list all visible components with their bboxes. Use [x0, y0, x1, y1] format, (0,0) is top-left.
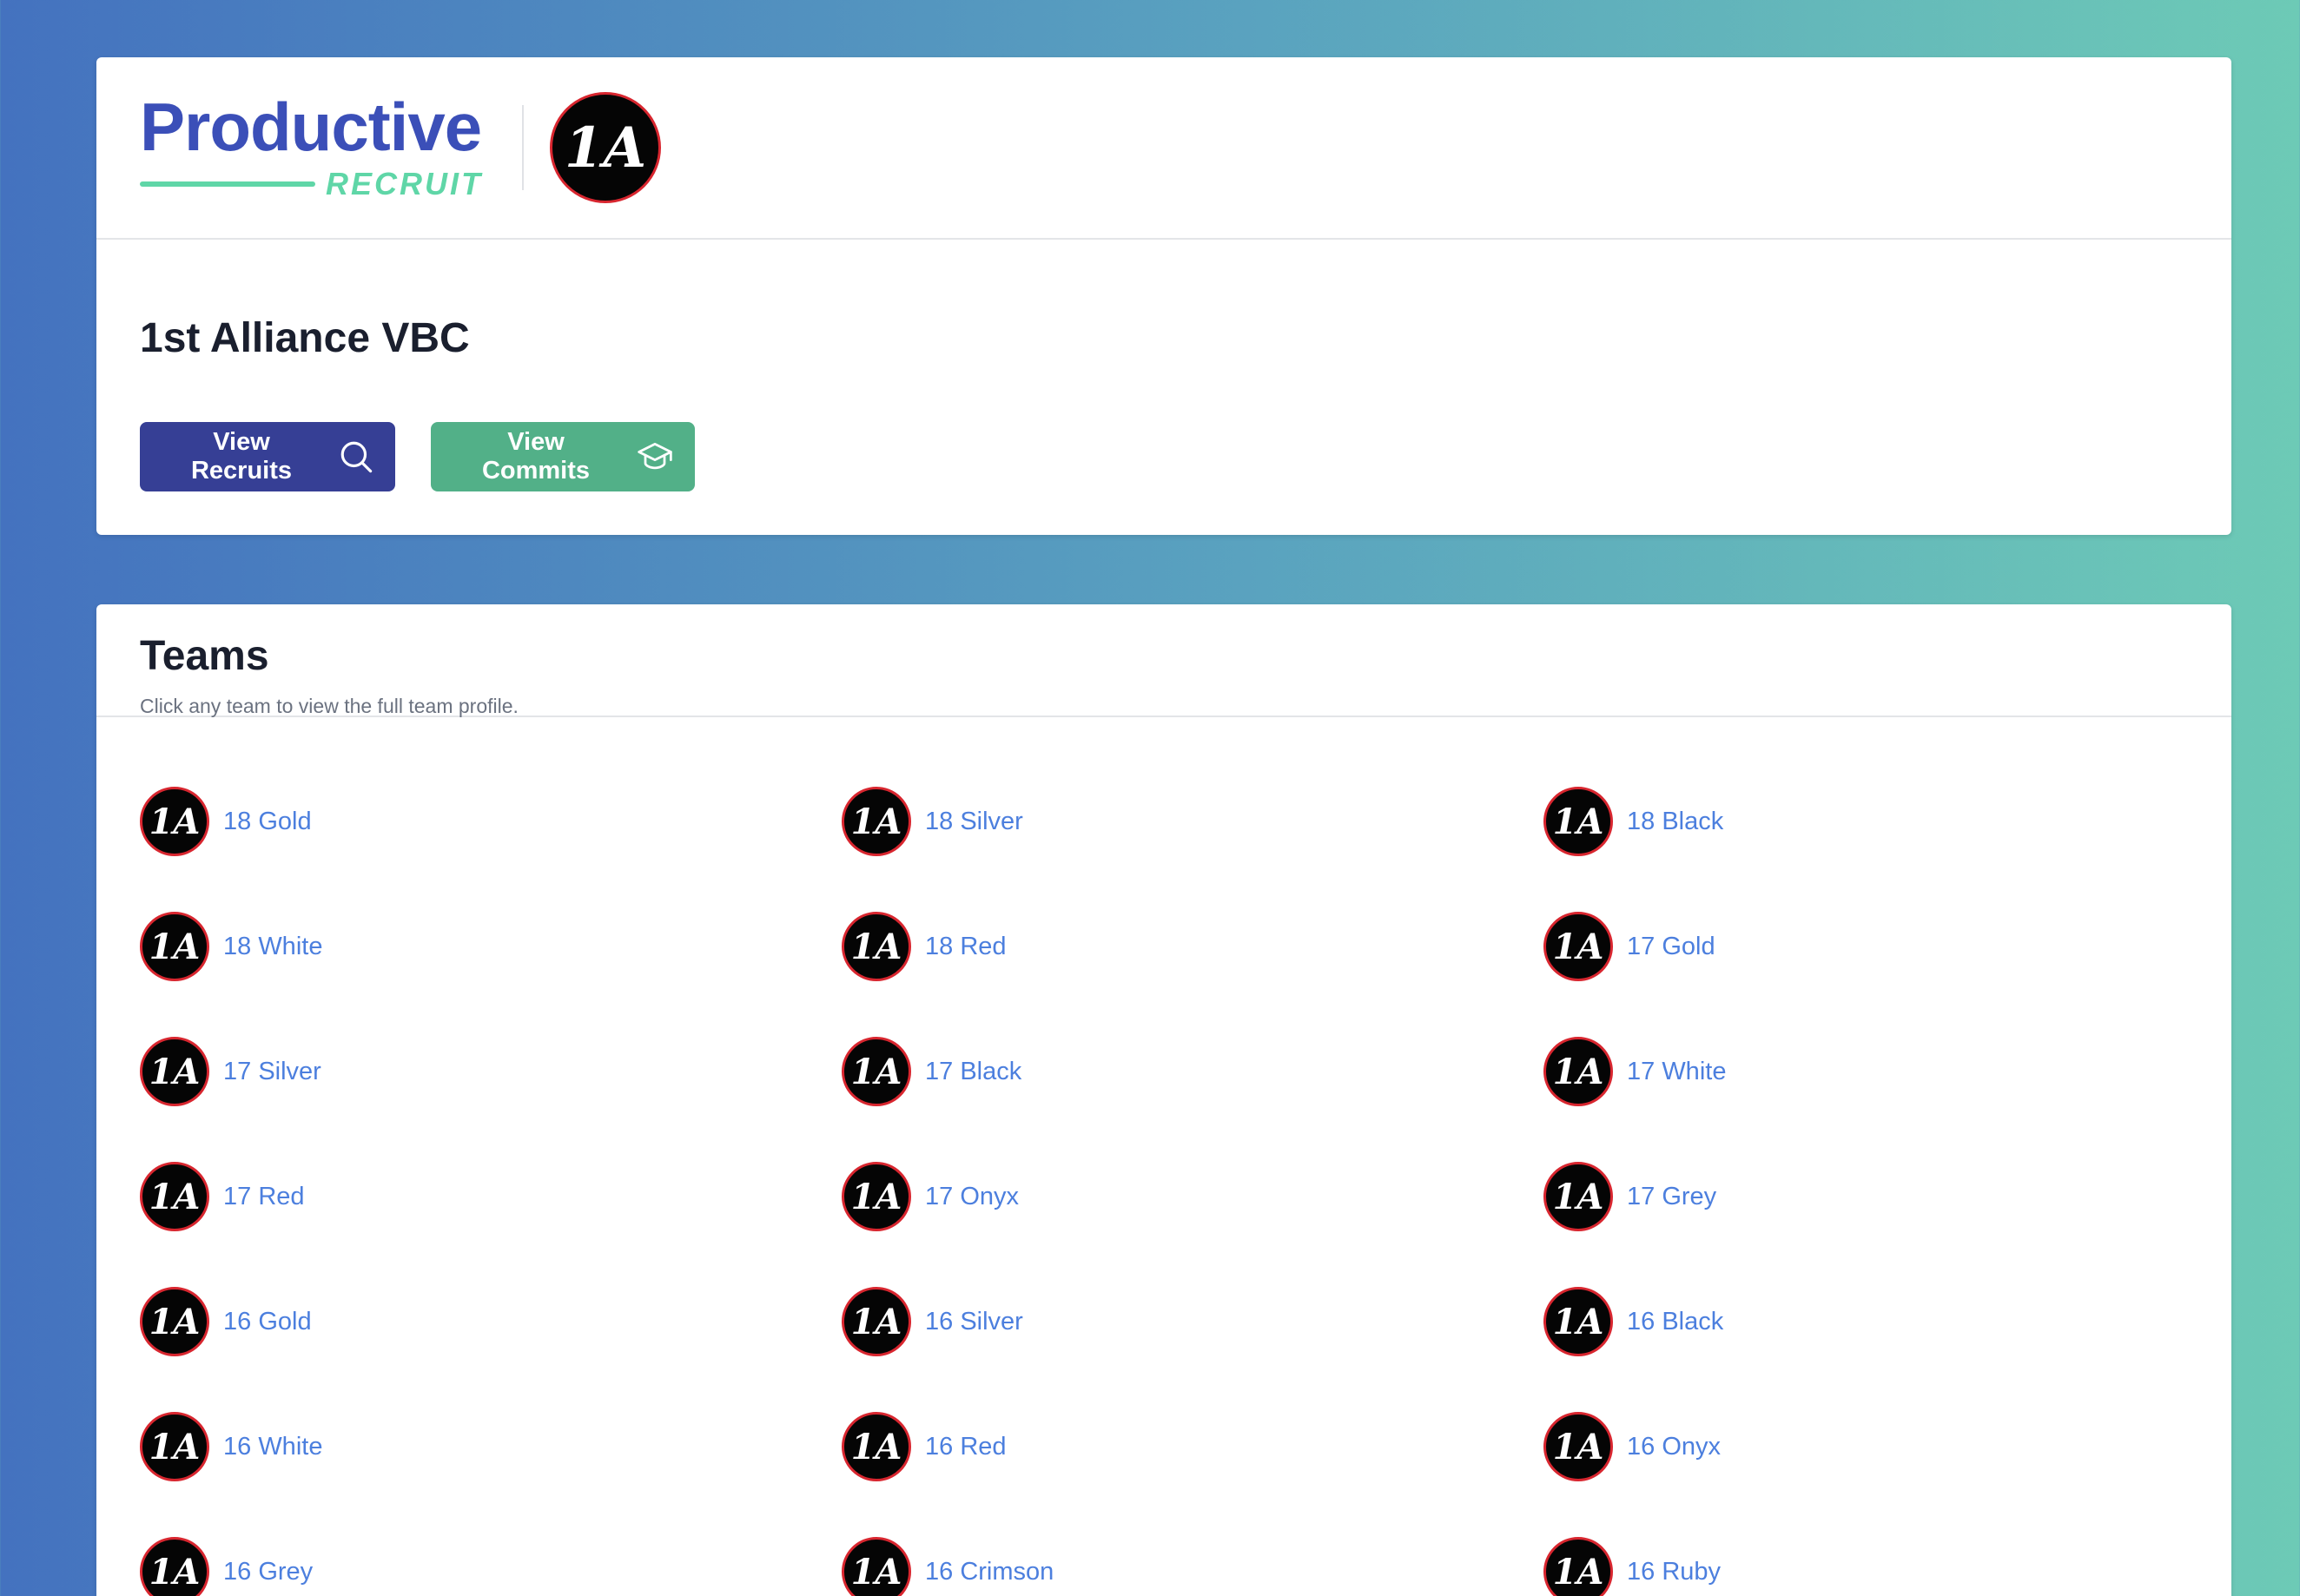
teams-header: Teams Click any team to view the full te…: [96, 604, 2231, 717]
team-link[interactable]: 1A 17 Silver: [140, 1037, 842, 1106]
brand-underline: [140, 181, 315, 187]
team-link[interactable]: 1A 16 Red: [842, 1412, 1543, 1481]
team-link[interactable]: 1A 17 White: [1543, 1037, 2245, 1106]
team-logo: 1A: [1543, 1037, 1613, 1106]
team-name: 17 Black: [925, 1057, 1022, 1085]
team-logo: 1A: [842, 1537, 911, 1596]
team-name: 18 Black: [1627, 807, 1724, 835]
team-logo: 1A: [842, 787, 911, 856]
team-logo: 1A: [140, 1537, 209, 1596]
team-link[interactable]: 1A 16 Crimson: [842, 1537, 1543, 1596]
team-logo: 1A: [1543, 787, 1613, 856]
view-commits-label: View Commits: [481, 428, 591, 485]
brand-sub: RECRUIT: [326, 166, 483, 201]
team-link[interactable]: 1A 16 Ruby: [1543, 1537, 2245, 1596]
team-name: 18 Silver: [925, 807, 1023, 835]
club-header-card: Productive RECRUIT 1A 1st Alliance VBC V…: [96, 57, 2231, 535]
team-logo: 1A: [140, 912, 209, 981]
page-title: 1st Alliance VBC: [140, 315, 470, 361]
team-name: 17 Red: [223, 1182, 305, 1210]
team-name: 16 Grey: [223, 1557, 314, 1586]
team-logo: 1A: [140, 1412, 209, 1481]
team-link[interactable]: 1A 18 White: [140, 912, 842, 981]
graduation-cap-icon: [638, 442, 672, 470]
team-link[interactable]: 1A 17 Red: [140, 1162, 842, 1231]
team-link[interactable]: 1A 18 Black: [1543, 787, 2245, 856]
brand-divider: [522, 105, 524, 190]
team-link[interactable]: 1A 16 Grey: [140, 1537, 842, 1596]
team-link[interactable]: 1A 17 Grey: [1543, 1162, 2245, 1231]
team-logo: 1A: [140, 787, 209, 856]
teams-subtitle: Click any team to view the full team pro…: [140, 695, 519, 717]
team-link[interactable]: 1A 16 Black: [1543, 1287, 2245, 1356]
brand-name: Productive: [140, 89, 482, 165]
team-name: 17 White: [1627, 1057, 1727, 1085]
team-logo: 1A: [842, 1412, 911, 1481]
team-logo: 1A: [842, 1287, 911, 1356]
team-logo: 1A: [1543, 1412, 1613, 1481]
productive-recruit-logo[interactable]: Productive RECRUIT: [140, 93, 496, 202]
team-name: 16 Silver: [925, 1307, 1023, 1335]
team-link[interactable]: 1A 18 Red: [842, 912, 1543, 981]
team-name: 18 Gold: [223, 807, 312, 835]
team-name: 16 Black: [1627, 1307, 1724, 1335]
team-name: 18 White: [223, 932, 323, 960]
teams-card: Teams Click any team to view the full te…: [96, 604, 2231, 1596]
club-logo: 1A: [550, 92, 661, 203]
team-logo: 1A: [1543, 1287, 1613, 1356]
team-name: 17 Onyx: [925, 1182, 1019, 1210]
team-name: 16 Gold: [223, 1307, 312, 1335]
team-name: 17 Grey: [1627, 1182, 1717, 1210]
team-name: 17 Gold: [1627, 932, 1715, 960]
team-name: 16 Onyx: [1627, 1432, 1721, 1461]
team-name: 16 Ruby: [1627, 1557, 1722, 1586]
team-link[interactable]: 1A 18 Silver: [842, 787, 1543, 856]
team-link[interactable]: 1A 18 Gold: [140, 787, 842, 856]
team-name: 16 White: [223, 1432, 323, 1461]
team-logo: 1A: [1543, 1162, 1613, 1231]
team-logo: 1A: [1543, 1537, 1613, 1596]
view-recruits-label: View Recruits: [190, 428, 293, 485]
team-logo: 1A: [140, 1162, 209, 1231]
header-bar: Productive RECRUIT 1A: [96, 57, 2231, 240]
team-name: 16 Red: [925, 1432, 1007, 1461]
team-logo: 1A: [140, 1037, 209, 1106]
team-name: 16 Crimson: [925, 1557, 1054, 1586]
team-link[interactable]: 1A 16 Onyx: [1543, 1412, 2245, 1481]
team-logo: 1A: [842, 1037, 911, 1106]
team-logo: 1A: [842, 1162, 911, 1231]
team-link[interactable]: 1A 16 White: [140, 1412, 842, 1481]
teams-title: Teams: [140, 633, 269, 679]
view-recruits-button[interactable]: View Recruits: [140, 422, 395, 491]
view-commits-button[interactable]: View Commits: [431, 422, 695, 491]
teams-grid: 1A 18 Gold 1A 18 Silver 1A 18 Black 1A 18 White…: [140, 787, 2245, 1596]
team-link[interactable]: 1A 17 Black: [842, 1037, 1543, 1106]
team-logo: 1A: [140, 1287, 209, 1356]
search-icon: [340, 441, 373, 473]
team-link[interactable]: 1A 16 Gold: [140, 1287, 842, 1356]
team-name: 18 Red: [925, 932, 1007, 960]
team-name: 17 Silver: [223, 1057, 321, 1085]
team-logo: 1A: [1543, 912, 1613, 981]
team-logo: 1A: [842, 912, 911, 981]
team-link[interactable]: 1A 16 Silver: [842, 1287, 1543, 1356]
team-link[interactable]: 1A 17 Onyx: [842, 1162, 1543, 1231]
team-link[interactable]: 1A 17 Gold: [1543, 912, 2245, 981]
